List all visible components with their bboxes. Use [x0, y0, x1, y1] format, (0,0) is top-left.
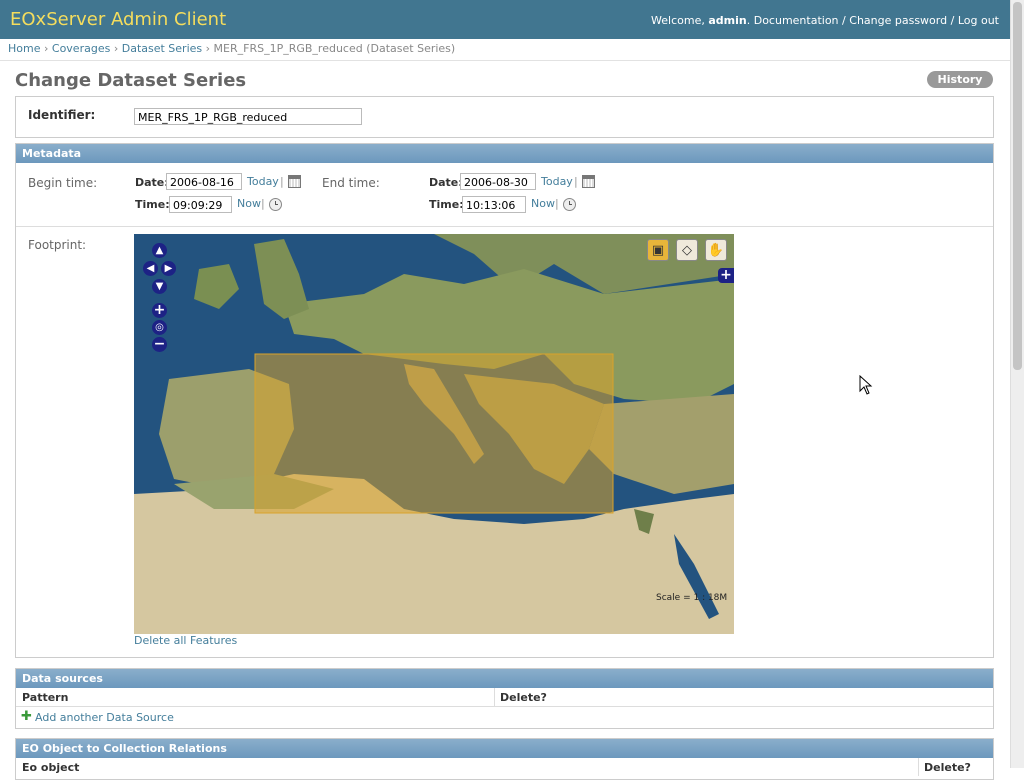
map-scale: Scale = 1 : 18M: [656, 593, 728, 603]
divider: [16, 226, 993, 227]
divider: [494, 688, 495, 706]
end-date-label: Date:: [429, 176, 463, 189]
relations-fieldset: EO Object to Collection Relations Eo obj…: [15, 738, 994, 780]
history-button[interactable]: History: [927, 71, 993, 88]
change-password-link[interactable]: Change password: [849, 14, 947, 27]
clock-icon[interactable]: [563, 198, 576, 211]
divider: [16, 706, 993, 707]
begin-date-label: Date:: [135, 176, 169, 189]
delete-features-link[interactable]: Delete all Features: [134, 634, 237, 647]
zoom-world-icon[interactable]: ◎: [152, 320, 167, 335]
breadcrumb-current: MER_FRS_1P_RGB_reduced (Dataset Series): [213, 42, 456, 55]
separator: /: [950, 14, 955, 27]
username: admin: [708, 14, 747, 27]
separator: |: [574, 175, 578, 188]
identifier-fieldset: Identifier: MER_FRS_1P_RGB_reduced: [15, 96, 994, 138]
user-tools: Welcome, admin. Documentation / Change p…: [651, 14, 999, 27]
begin-time-input[interactable]: 09:09:29: [169, 196, 232, 213]
pan-hand-icon[interactable]: ✋: [705, 239, 727, 261]
data-sources-heading-text: Data sources: [22, 672, 103, 685]
relations-heading: EO Object to Collection Relations: [16, 739, 993, 758]
metadata-heading: Metadata: [16, 144, 993, 163]
layer-switcher-icon[interactable]: +: [718, 268, 734, 283]
metadata-heading-text: Metadata: [22, 147, 82, 160]
pan-down-icon[interactable]: ▼: [152, 279, 167, 294]
col-delete: Delete?: [500, 691, 547, 704]
separator: |: [261, 197, 265, 210]
period-text: .: [746, 14, 751, 27]
separator: /: [842, 14, 846, 27]
pan-right-icon[interactable]: ▶: [161, 261, 176, 276]
breadcrumb-dataset-series[interactable]: Dataset Series: [122, 42, 202, 55]
add-icon[interactable]: ✚: [21, 709, 32, 724]
identifier-label: Identifier:: [28, 108, 96, 122]
relations-heading-text: EO Object to Collection Relations: [22, 742, 227, 755]
add-data-source-link[interactable]: Add another Data Source: [35, 711, 174, 724]
breadcrumb-coverages[interactable]: Coverages: [52, 42, 110, 55]
clock-icon[interactable]: [269, 198, 282, 211]
logout-link[interactable]: Log out: [958, 14, 999, 27]
identifier-input[interactable]: MER_FRS_1P_RGB_reduced: [134, 108, 362, 125]
pan-up-icon[interactable]: ▲: [152, 243, 167, 258]
map-background: [134, 234, 734, 634]
documentation-link[interactable]: Documentation: [754, 14, 839, 27]
breadcrumb-home[interactable]: Home: [8, 42, 40, 55]
draw-polygon-icon[interactable]: ▣: [647, 239, 669, 261]
divider: [918, 758, 919, 776]
col-pattern: Pattern: [22, 691, 69, 704]
breadcrumb: Home › Coverages › Dataset Series › MER_…: [0, 39, 1010, 61]
zoom-in-icon[interactable]: +: [152, 303, 167, 318]
end-time-label: End time:: [322, 176, 380, 190]
data-sources-heading: Data sources: [16, 669, 993, 688]
begin-time-sublabel: Time:: [135, 198, 170, 211]
breadcrumb-sep: ›: [43, 42, 49, 55]
begin-time-label: Begin time:: [28, 176, 98, 190]
zoom-out-icon[interactable]: −: [152, 337, 167, 352]
end-now-link[interactable]: Now: [531, 197, 555, 210]
page-title: Change Dataset Series: [15, 70, 247, 91]
end-time-sublabel: Time:: [429, 198, 464, 211]
footprint-label: Footprint:: [28, 238, 87, 252]
breadcrumb-sep: ›: [205, 42, 211, 55]
end-date-input[interactable]: 2006-08-30: [460, 173, 536, 190]
scrollbar-thumb[interactable]: [1013, 2, 1022, 370]
site-brand[interactable]: EOxServer Admin Client: [10, 9, 226, 30]
separator: |: [555, 197, 559, 210]
calendar-icon[interactable]: [288, 175, 301, 188]
modify-feature-icon[interactable]: ◇: [676, 239, 698, 261]
mouse-cursor-icon: [859, 375, 873, 395]
footprint-map[interactable]: ▲ ◀ ▶ ▼ + ◎ − ▣ ◇ ✋ + Scale = 1 : 18M: [134, 234, 734, 634]
begin-today-link[interactable]: Today: [247, 175, 279, 188]
header-bar: EOxServer Admin Client Welcome, admin. D…: [0, 0, 1010, 39]
end-today-link[interactable]: Today: [541, 175, 573, 188]
begin-date-input[interactable]: 2006-08-16: [166, 173, 242, 190]
breadcrumb-sep: ›: [113, 42, 119, 55]
calendar-icon[interactable]: [582, 175, 595, 188]
welcome-text: Welcome,: [651, 14, 705, 27]
data-sources-fieldset: Data sources Pattern Delete? ✚ Add anoth…: [15, 668, 994, 729]
pan-left-icon[interactable]: ◀: [143, 261, 158, 276]
separator: |: [280, 175, 284, 188]
scrollbar[interactable]: [1010, 0, 1024, 768]
end-time-input[interactable]: 10:13:06: [462, 196, 526, 213]
begin-now-link[interactable]: Now: [237, 197, 261, 210]
